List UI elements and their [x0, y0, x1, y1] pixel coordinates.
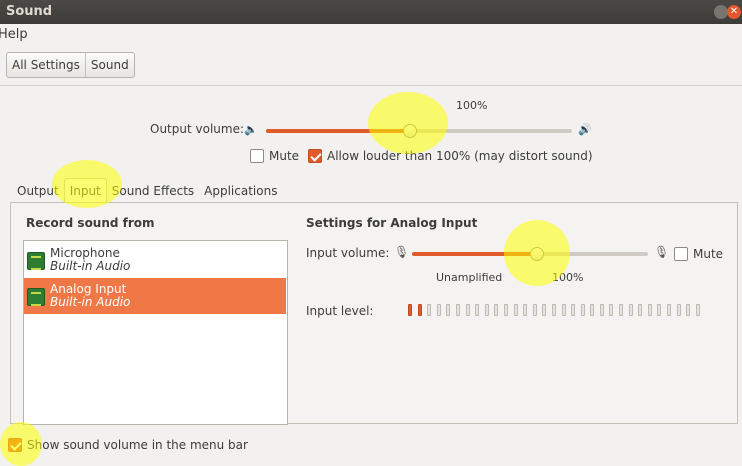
level-segment	[523, 304, 528, 316]
input-mute-check-icon[interactable]	[674, 247, 688, 261]
input-level-label: Input level:	[306, 304, 374, 318]
sound-card-icon	[27, 288, 45, 306]
record-sound-from-title: Record sound from	[26, 216, 155, 230]
show-volume-check-icon[interactable]	[8, 438, 22, 452]
input-volume-slider[interactable]	[412, 247, 648, 261]
output-volume-fill	[266, 129, 410, 133]
menu-help[interactable]: Help	[0, 27, 28, 42]
allow-louder-checkbox[interactable]: Allow louder than 100% (may distort soun…	[308, 149, 593, 163]
device-name: Microphone	[50, 246, 120, 260]
output-volume-label: Output volume:	[150, 122, 244, 136]
level-segment	[427, 304, 432, 316]
sound-tabs: Output Input Sound Effects Applications	[12, 178, 282, 203]
level-segment	[513, 304, 518, 316]
input-100-percent-label: 100%	[552, 271, 584, 284]
level-segment	[542, 304, 547, 316]
input-volume-label: Input volume:	[306, 246, 390, 260]
output-mute-check-icon[interactable]	[250, 149, 264, 163]
device-row-microphone[interactable]: Microphone Built-in Audio	[24, 242, 286, 278]
unamplified-label: Unamplified	[436, 271, 503, 284]
all-settings-button[interactable]: All Settings	[7, 53, 85, 77]
level-segment	[465, 304, 470, 316]
level-segment	[532, 304, 537, 316]
window-titlebar: Sound ✕	[0, 0, 742, 24]
menubar: Help	[0, 24, 742, 46]
input-level-meter	[408, 304, 705, 316]
level-segment	[561, 304, 566, 316]
level-segment	[628, 304, 633, 316]
tab-applications[interactable]: Applications	[199, 179, 282, 203]
settings-for-input-title: Settings for Analog Input	[306, 216, 478, 230]
input-mute-label: Mute	[693, 247, 724, 261]
level-segment	[695, 304, 700, 316]
output-mute-checkbox[interactable]: Mute	[250, 149, 299, 163]
input-volume-fill	[412, 252, 537, 256]
level-segment	[657, 304, 662, 316]
allow-louder-label: Allow louder than 100% (may distort soun…	[327, 149, 593, 163]
level-segment	[408, 304, 412, 316]
level-segment	[590, 304, 595, 316]
level-segment	[551, 304, 556, 316]
input-mute-checkbox[interactable]: Mute	[674, 247, 723, 261]
output-volume-100-marker: 100%	[456, 99, 488, 112]
window-title: Sound	[6, 4, 53, 19]
level-segment	[503, 304, 508, 316]
navigation-bar: All Settings Sound	[0, 46, 742, 86]
input-volume-thumb[interactable]	[530, 247, 544, 261]
level-segment	[686, 304, 691, 316]
level-segment	[475, 304, 480, 316]
level-segment	[436, 304, 441, 316]
input-device-list[interactable]: Microphone Built-in Audio Analog Input B…	[23, 240, 288, 425]
level-segment	[619, 304, 624, 316]
level-segment	[609, 304, 614, 316]
speaker-low-icon: 🔈	[244, 123, 258, 136]
tab-sound-effects[interactable]: Sound Effects	[107, 179, 199, 203]
mic-high-icon: 🎙	[654, 245, 670, 259]
level-segment	[571, 304, 576, 316]
device-name: Analog Input	[50, 282, 127, 296]
output-volume-thumb[interactable]	[403, 124, 417, 138]
device-row-analog-input[interactable]: Analog Input Built-in Audio	[24, 278, 286, 314]
level-segment	[676, 304, 681, 316]
level-segment	[599, 304, 604, 316]
level-segment	[638, 304, 643, 316]
level-segment	[484, 304, 489, 316]
allow-louder-check-icon[interactable]	[308, 149, 322, 163]
level-segment	[494, 304, 499, 316]
output-volume-slider[interactable]	[266, 124, 572, 138]
tab-input[interactable]: Input	[63, 178, 107, 203]
output-mute-label: Mute	[269, 149, 300, 163]
level-segment	[667, 304, 672, 316]
sound-card-icon	[27, 252, 45, 270]
breadcrumb: All Settings Sound	[6, 52, 135, 78]
mic-low-icon: 🎙	[394, 245, 410, 259]
level-segment	[580, 304, 585, 316]
level-segment	[446, 304, 451, 316]
close-icon[interactable]: ✕	[727, 5, 741, 19]
tab-output[interactable]: Output	[12, 179, 64, 203]
minimize-icon[interactable]	[714, 5, 728, 19]
device-subtitle: Built-in Audio	[50, 259, 131, 273]
speaker-high-icon: 🔊	[578, 123, 592, 136]
level-segment	[647, 304, 652, 316]
show-volume-label: Show sound volume in the menu bar	[27, 438, 248, 452]
level-segment	[455, 304, 460, 316]
sound-breadcrumb-button[interactable]: Sound	[84, 53, 134, 77]
device-subtitle: Built-in Audio	[50, 295, 131, 309]
show-volume-in-menubar-checkbox[interactable]: Show sound volume in the menu bar	[8, 438, 248, 452]
level-segment	[417, 304, 422, 316]
